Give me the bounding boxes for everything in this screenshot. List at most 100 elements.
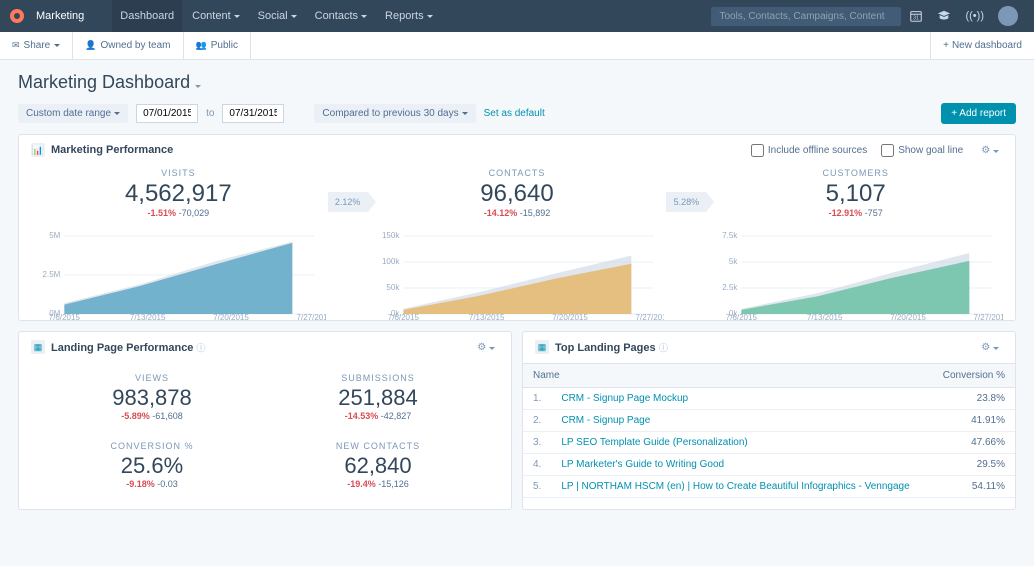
funnel-metric: VISITS 4,562,917 -1.51% -70,029 0M2.5M5M… (31, 168, 326, 320)
metric-label: VIEWS (59, 373, 245, 383)
nav-item-dashboard[interactable]: Dashboard (112, 0, 182, 32)
svg-text:5k: 5k (729, 257, 738, 266)
chevron-down-icon (54, 44, 60, 47)
metric-delta: -12.91% -757 (829, 208, 883, 218)
svg-text:31: 31 (914, 16, 920, 22)
nav-item-social[interactable]: Social (250, 0, 305, 32)
top-landing-pages-table: NameConversion % 1.CRM - Signup Page Moc… (523, 363, 1015, 498)
landing-page-link[interactable]: LP SEO Template Guide (Personalization) (551, 432, 930, 454)
landing-page-link[interactable]: LP Marketer's Guide to Writing Good (551, 454, 930, 476)
chevron-down-icon (234, 15, 240, 18)
person-icon: 👤 (85, 40, 96, 51)
conversion-value: 23.8% (930, 388, 1015, 410)
landing-page-link[interactable]: CRM - Signup Page Mockup (551, 388, 930, 410)
svg-text:150k: 150k (382, 231, 400, 240)
area-chart: 0M2.5M5M7/6/20157/13/20157/20/20157/27/2… (31, 224, 326, 320)
metric-delta: -19.4% -15,126 (285, 479, 471, 489)
new-dashboard-button[interactable]: +New dashboard (930, 32, 1034, 59)
metric-value: 62,840 (285, 455, 471, 477)
chevron-down-icon (427, 15, 433, 18)
metric-value: 96,640 (480, 182, 553, 206)
metric-label: CONVERSION % (59, 441, 245, 451)
include-offline-checkbox[interactable]: Include offline sources (751, 144, 867, 157)
marketing-performance-panel: 📊 Marketing Performance Include offline … (18, 134, 1016, 321)
metric-delta: -14.53% -42,827 (285, 411, 471, 421)
chevron-down-icon (114, 112, 120, 115)
landing-page-link[interactable]: LP | NORTHAM HSCM (en) | How to Create B… (551, 476, 930, 498)
metric-delta: -14.12% -15,892 (484, 208, 551, 218)
panel-title: Landing Page Performance ⓘ (51, 341, 206, 354)
broadcast-icon[interactable]: ((•)) (959, 0, 990, 32)
conversion-value: 29.5% (930, 454, 1015, 476)
conversion-value: 47.66% (930, 432, 1015, 454)
date-to-input[interactable] (222, 104, 284, 123)
metric-value: 251,884 (285, 387, 471, 409)
metric-label: SUBMISSIONS (285, 373, 471, 383)
landing-page-link[interactable]: CRM - Signup Page (551, 410, 930, 432)
svg-text:7/27/2015: 7/27/2015 (974, 313, 1003, 320)
gear-icon[interactable]: ⚙ (977, 145, 1003, 156)
lp-metric: VIEWS 983,878 -5.89% -61,608 (59, 373, 245, 421)
panel-title: Marketing Performance (51, 144, 173, 156)
row-index: 5. (523, 476, 551, 498)
set-default-link[interactable]: Set as default (484, 108, 545, 119)
date-from-input[interactable] (136, 104, 198, 123)
hubspot-icon (10, 9, 24, 23)
calendar-icon[interactable]: 31 (903, 0, 929, 32)
svg-text:5M: 5M (49, 231, 60, 240)
nav-item-reports[interactable]: Reports (377, 0, 441, 32)
top-nav: Marketing Dashboard Content Social Conta… (0, 0, 1034, 32)
compare-dropdown[interactable]: Compared to previous 30 days (314, 104, 475, 123)
panel-title: Top Landing Pages ⓘ (555, 341, 668, 354)
gear-icon[interactable]: ⚙ (977, 342, 1003, 353)
chevron-down-icon (361, 15, 367, 18)
chevron-down-icon (291, 15, 297, 18)
metric-label: NEW CONTACTS (285, 441, 471, 451)
chevron-down-icon (96, 15, 102, 18)
filter-row: Custom date range to Compared to previou… (18, 103, 1016, 124)
conversion-value: 54.11% (930, 476, 1015, 498)
svg-text:7/13/2015: 7/13/2015 (130, 313, 166, 320)
page-title: Marketing Dashboard (18, 72, 1016, 93)
gear-icon[interactable]: ⚙ (473, 342, 499, 353)
lp-metric: SUBMISSIONS 251,884 -14.53% -42,827 (285, 373, 471, 421)
svg-text:7/6/2015: 7/6/2015 (387, 313, 419, 320)
svg-text:7/20/2015: 7/20/2015 (213, 313, 249, 320)
metric-label: CONTACTS (489, 168, 546, 178)
metric-value: 4,562,917 (125, 182, 232, 206)
date-range-dropdown[interactable]: Custom date range (18, 104, 128, 123)
tab-share[interactable]: ✉Share (0, 32, 73, 59)
brand[interactable]: Marketing (10, 0, 102, 32)
conversion-value: 41.91% (930, 410, 1015, 432)
page-icon: ▦ (535, 340, 549, 354)
metric-value: 983,878 (59, 387, 245, 409)
table-row: 3.LP SEO Template Guide (Personalization… (523, 432, 1015, 454)
user-avatar[interactable] (992, 0, 1024, 32)
svg-text:7/27/2015: 7/27/2015 (297, 313, 326, 320)
metric-value: 25.6% (59, 455, 245, 477)
svg-text:7.5k: 7.5k (723, 231, 739, 240)
academy-icon[interactable] (931, 0, 957, 32)
chevron-down-icon[interactable] (195, 85, 201, 88)
funnel-arrow: 2.12% (326, 168, 370, 320)
page-icon: ▦ (31, 340, 45, 354)
tab-owned[interactable]: 👤Owned by team (73, 32, 183, 59)
table-row: 5.LP | NORTHAM HSCM (en) | How to Create… (523, 476, 1015, 498)
search-input[interactable] (711, 7, 901, 26)
add-report-button[interactable]: + Add report (941, 103, 1016, 124)
metric-label: VISITS (161, 168, 196, 178)
conversion-rate: 2.12% (328, 192, 368, 212)
nav-item-contacts[interactable]: Contacts (307, 0, 375, 32)
svg-text:7/6/2015: 7/6/2015 (726, 313, 758, 320)
show-goal-checkbox[interactable]: Show goal line (881, 144, 963, 157)
lp-metric: NEW CONTACTS 62,840 -19.4% -15,126 (285, 441, 471, 489)
col-name: Name (523, 364, 930, 388)
tab-public[interactable]: 👥Public (184, 32, 251, 59)
info-icon[interactable]: ⓘ (197, 343, 206, 353)
svg-text:7/13/2015: 7/13/2015 (807, 313, 843, 320)
svg-text:50k: 50k (386, 283, 400, 292)
svg-text:7/13/2015: 7/13/2015 (469, 313, 505, 320)
nav-item-content[interactable]: Content (184, 0, 248, 32)
info-icon[interactable]: ⓘ (659, 343, 668, 353)
conversion-rate: 5.28% (666, 192, 706, 212)
